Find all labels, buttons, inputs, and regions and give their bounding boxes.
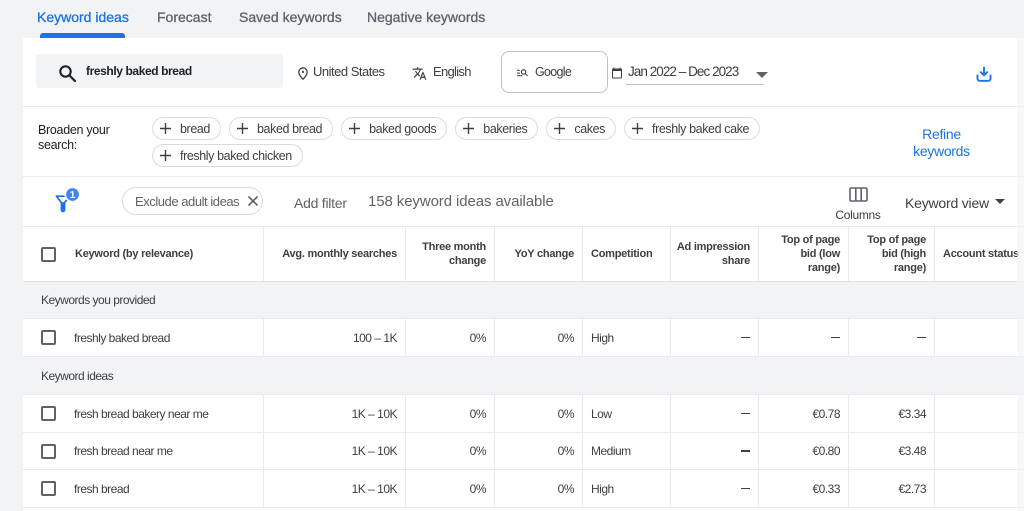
svg-text:1: 1 [70,190,76,201]
